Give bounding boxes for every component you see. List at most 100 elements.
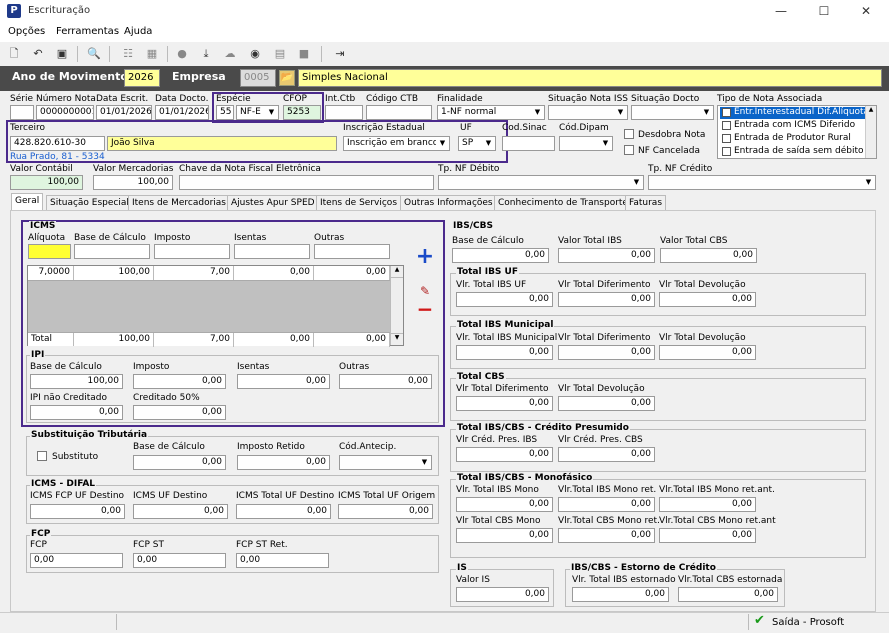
codctb-input[interactable] — [366, 105, 432, 120]
tab-itens-servicos[interactable]: Itens de Serviços — [316, 195, 402, 211]
calculator-icon[interactable]: ▦ — [144, 46, 160, 62]
square-icon[interactable]: ■ — [296, 46, 312, 62]
save-icon[interactable]: ▣ — [54, 46, 70, 62]
apple-icon[interactable]: ● — [174, 46, 190, 62]
ano-input[interactable]: 2026 — [124, 69, 160, 87]
cbs-input-0[interactable]: 0,00 — [456, 396, 553, 411]
tipo-nota-scrollbar[interactable]: ▲ — [865, 106, 876, 158]
cd-icon[interactable]: ◉ — [247, 46, 263, 62]
ibs-mun-input-1[interactable]: 0,00 — [558, 345, 655, 360]
mono-input-3[interactable]: 0,00 — [456, 528, 553, 543]
st-retido-input[interactable]: 0,00 — [237, 455, 330, 470]
difal-total-destino-input[interactable]: 0,00 — [236, 504, 331, 519]
tab-situacao-especial[interactable]: Situação Especial — [46, 195, 133, 211]
desdobra-checkbox[interactable] — [624, 129, 634, 139]
menu-opcoes[interactable]: Opções — [8, 26, 45, 37]
cancelada-checkbox[interactable] — [624, 145, 634, 155]
tipo-nota-item[interactable]: Entr.Interestadual Dif.Alíquota — [720, 107, 869, 119]
add-icon[interactable]: + — [414, 246, 436, 268]
terceiro-code-input[interactable]: 428.820.610-30 — [10, 136, 105, 151]
serie-input[interactable] — [10, 105, 34, 120]
ibs-uf-input-0[interactable]: 0,00 — [456, 292, 553, 307]
icms-outras-input[interactable] — [314, 244, 390, 259]
icms-isentas-input[interactable] — [234, 244, 310, 259]
maximize-button[interactable]: ☐ — [816, 3, 832, 19]
empresa-code-input[interactable]: 0005 — [240, 69, 276, 87]
uf-select[interactable]: SP ▼ — [458, 136, 496, 151]
estorno-input-0[interactable]: 0,00 — [572, 587, 669, 602]
estorno-input-1[interactable]: 0,00 — [678, 587, 778, 602]
tp-credito-select[interactable]: ▼ — [648, 175, 876, 190]
grid-icon[interactable]: ▤ — [272, 46, 288, 62]
ipi-outras-input[interactable]: 0,00 — [339, 374, 432, 389]
table-row[interactable]: 7,0000 100,00 7,00 0,00 0,00 — [28, 266, 390, 281]
sit-docto-select[interactable]: ▼ — [631, 105, 714, 120]
ibscbs-cbs-input[interactable]: 0,00 — [660, 248, 757, 263]
ibs-uf-input-2[interactable]: 0,00 — [659, 292, 756, 307]
data-escrit-input[interactable]: 01/01/2026 — [96, 105, 152, 120]
difal-fcp-input[interactable]: 0,00 — [30, 504, 125, 519]
tipo-nota-list[interactable]: Entr.Interestadual Dif.Alíquota Entrada … — [717, 105, 877, 159]
tab-faturas[interactable]: Faturas — [625, 195, 667, 211]
especie-code-input[interactable]: 55 — [216, 105, 234, 120]
ibscbs-base-input[interactable]: 0,00 — [452, 248, 549, 263]
coddipam-select[interactable]: ▼ — [559, 136, 613, 151]
tipo-nota-item[interactable]: Entrada de saída sem débito — [720, 146, 865, 158]
icms-imposto-input[interactable] — [154, 244, 230, 259]
ipi-cred50-input[interactable]: 0,00 — [133, 405, 226, 420]
icms-grid-scrollbar[interactable]: ▲ ▼ — [390, 266, 403, 345]
valor-contabil-input[interactable]: 100,00 — [10, 175, 83, 190]
st-base-input[interactable]: 0,00 — [133, 455, 226, 470]
data-docto-input[interactable]: 01/01/2026 — [155, 105, 209, 120]
menu-ajuda[interactable]: Ajuda — [124, 26, 152, 37]
tab-outras-informacoes[interactable]: Outras Informações — [400, 195, 497, 211]
ipi-isentas-input[interactable]: 0,00 — [237, 374, 330, 389]
tree-icon[interactable]: ☷ — [120, 46, 136, 62]
mono-input-4[interactable]: 0,00 — [558, 528, 655, 543]
codsinac-input[interactable] — [502, 136, 555, 151]
is-input[interactable]: 0,00 — [456, 587, 549, 602]
sit-iss-select[interactable]: ▼ — [548, 105, 628, 120]
icms-grid[interactable]: 7,0000 100,00 7,00 0,00 0,00 Total 100,0… — [27, 265, 404, 347]
download-icon[interactable]: ⤓ — [198, 46, 214, 62]
ipi-nao-cred-input[interactable]: 0,00 — [30, 405, 123, 420]
cbs-input-1[interactable]: 0,00 — [558, 396, 655, 411]
tab-geral[interactable]: Geral — [11, 193, 44, 211]
exit-icon[interactable]: ⇥ — [332, 46, 348, 62]
tab-ajustes-apur-sped[interactable]: Ajustes Apur SPED — [227, 195, 319, 211]
preview-icon[interactable]: 🔍 — [86, 46, 102, 62]
tipo-nota-item[interactable]: Entrada com ICMS Diferido — [720, 120, 865, 132]
menu-ferramentas[interactable]: Ferramentas — [56, 26, 119, 37]
ibs-uf-input-1[interactable]: 0,00 — [558, 292, 655, 307]
undo-icon[interactable]: ↶ — [30, 46, 46, 62]
valor-merc-input[interactable]: 100,00 — [93, 175, 173, 190]
fcp-st-input[interactable]: 0,00 — [133, 553, 226, 568]
cloud-icon[interactable]: ☁ — [222, 46, 238, 62]
difal-uf-destino-input[interactable]: 0,00 — [133, 504, 228, 519]
intctb-input[interactable] — [325, 105, 363, 120]
icms-aliquota-input[interactable] — [28, 244, 71, 259]
close-button[interactable]: ✕ — [858, 3, 874, 19]
fcp-input[interactable]: 0,00 — [30, 553, 123, 568]
especie-select[interactable]: NF-E ▼ — [236, 105, 279, 120]
ipi-base-input[interactable]: 100,00 — [30, 374, 123, 389]
mono-input-1[interactable]: 0,00 — [558, 497, 655, 512]
mono-input-0[interactable]: 0,00 — [456, 497, 553, 512]
fcp-st-ret-input[interactable]: 0,00 — [236, 553, 329, 568]
tp-debito-select[interactable]: ▼ — [438, 175, 644, 190]
cred-pres-input-1[interactable]: 0,00 — [558, 447, 655, 462]
terceiro-address-link[interactable]: Rua Prado, 81 - 5334 — [10, 152, 105, 162]
open-folder-icon[interactable]: 📂 — [279, 70, 295, 86]
ibs-mun-input-0[interactable]: 0,00 — [456, 345, 553, 360]
ie-select[interactable]: Inscrição em branco ▼ — [343, 136, 450, 151]
tab-conhecimento-transporte[interactable]: Conhecimento de Transporte — [494, 195, 632, 211]
st-antecip-select[interactable]: ▼ — [339, 455, 432, 470]
cred-pres-input-0[interactable]: 0,00 — [456, 447, 553, 462]
minimize-button[interactable]: — — [773, 3, 789, 19]
ibs-mun-input-2[interactable]: 0,00 — [659, 345, 756, 360]
substituto-checkbox[interactable] — [37, 451, 47, 461]
tab-itens-mercadorias[interactable]: Itens de Mercadorias — [128, 195, 230, 211]
mono-input-2[interactable]: 0,00 — [659, 497, 756, 512]
icms-base-input[interactable] — [74, 244, 150, 259]
new-icon[interactable]: 🗋 — [6, 46, 22, 62]
